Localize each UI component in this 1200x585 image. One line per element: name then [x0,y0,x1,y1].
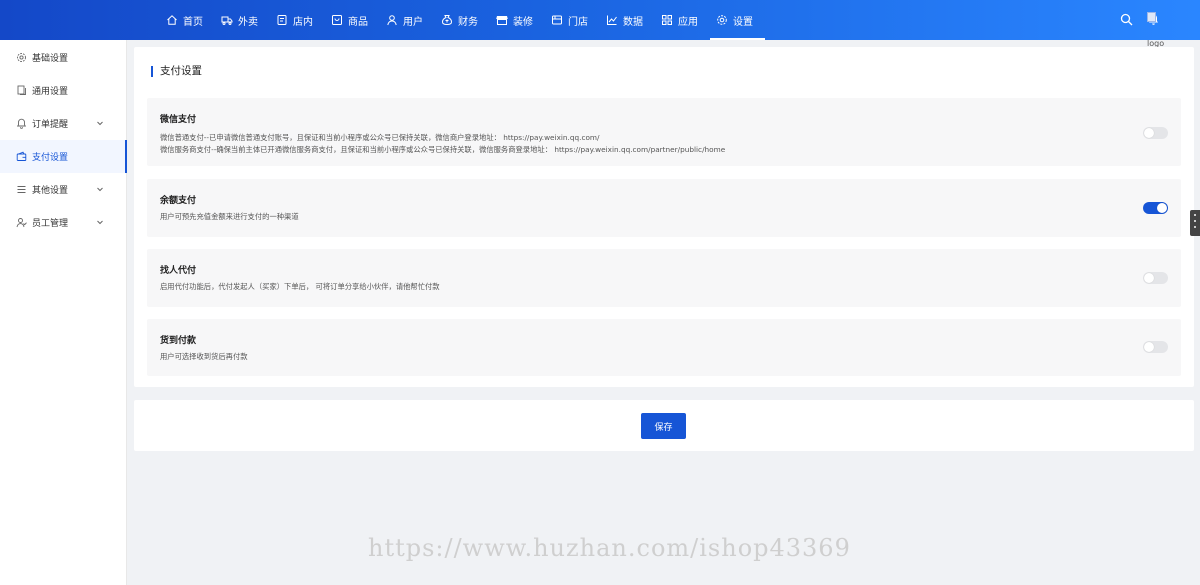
nav-item-home[interactable]: 首页 [160,0,215,40]
settings-icon [16,52,27,63]
nav-item-decor[interactable]: 装修 [490,0,545,40]
toggle-knob [1157,203,1167,213]
product-icon [331,14,343,26]
wallet-icon [16,151,27,162]
nav-item-product[interactable]: 商品 [325,0,380,40]
option-description: 微信服务商支付--确保当前主体已开通微信服务商支付，且保证和当前小程序或公众号已… [160,145,726,154]
toggle-knob [1144,273,1154,283]
broken-image-icon [1147,12,1156,22]
gear-icon [716,14,728,26]
sidebar-item-label: 订单提醒 [32,120,69,130]
chevron-down-icon [97,121,103,126]
apps-icon [661,14,673,26]
sidebar-item-order-alert[interactable]: 订单提醒 [0,107,126,140]
nav-label: 数据 [623,16,643,28]
wechat-pay-toggle[interactable] [1143,127,1168,139]
user-icon [386,14,398,26]
dine-in-icon [276,14,288,26]
sidebar-item-staff[interactable]: 员工管理 [0,206,126,239]
option-description: 用户可选择收到货后再付款 [160,352,248,361]
nav-item-user[interactable]: 用户 [380,0,435,40]
home-icon [166,14,178,26]
nav-label: 首页 [183,16,203,28]
payment-option-wechat: 微信支付 微信普通支付--已申请微信普通支付账号，且保证和当前小程序或公众号已保… [147,98,1181,166]
drawer-handle[interactable] [1190,210,1200,236]
sidebar-item-label: 通用设置 [32,87,69,97]
payment-option-balance: 余额支付 用户可预先充值金额来进行支付的一种渠道 [147,179,1181,237]
nav-item-apps[interactable]: 应用 [655,0,710,40]
list-icon [16,184,27,195]
sidebar: 基础设置 通用设置 订单提醒 支付设置 其他设置 员工管理 [0,40,127,585]
nav-label: 装修 [513,16,533,28]
nav-item-delivery[interactable]: 外卖 [215,0,270,40]
cod-pay-toggle[interactable] [1143,341,1168,353]
nav-label: 店内 [293,16,313,28]
nav-label: 财务 [458,16,478,28]
nav-label: 外卖 [238,16,258,28]
search-icon[interactable] [1120,11,1133,30]
payment-option-cod: 货到付款 用户可选择收到货后再付款 [147,319,1181,376]
payment-settings-panel: 支付设置 微信支付 微信普通支付--已申请微信普通支付账号，且保证和当前小程序或… [134,47,1194,387]
payment-option-proxy: 找人代付 启用代付功能后，代付发起人（买家）下单后， 可将订单分享给小伙伴，请他… [147,249,1181,307]
bell-icon [16,118,27,129]
option-title: 微信支付 [160,115,197,125]
toggle-knob [1144,342,1154,352]
logo[interactable]: logo [1147,12,1187,48]
main-nav: 首页 外卖 店内 商品 用户 财务 装修 门店 数据 应用 设置 [160,0,765,40]
sidebar-item-label: 员工管理 [32,219,69,229]
sidebar-item-label: 支付设置 [32,153,69,163]
option-description: 微信普通支付--已申请微信普通支付账号，且保证和当前小程序或公众号已保持关联，微… [160,133,600,142]
nav-label: 应用 [678,16,698,28]
option-description: 启用代付功能后，代付发起人（买家）下单后， 可将订单分享给小伙伴，请他帮忙付款 [160,282,440,291]
save-button[interactable]: 保存 [641,413,686,439]
nav-item-settings[interactable]: 设置 [710,0,765,40]
nav-label: 设置 [733,16,753,28]
save-bar: 保存 [134,400,1194,451]
finance-icon [441,14,453,26]
store-decor-icon [496,14,508,26]
option-title: 找人代付 [160,266,197,276]
option-title: 余额支付 [160,196,197,206]
store-icon [551,14,563,26]
chart-icon [606,14,618,26]
nav-item-data[interactable]: 数据 [600,0,655,40]
sidebar-item-payment[interactable]: 支付设置 [0,140,127,173]
sidebar-item-label: 基础设置 [32,54,69,64]
staff-icon [16,217,27,228]
nav-label: 用户 [403,16,423,28]
nav-item-store[interactable]: 门店 [545,0,600,40]
nav-item-finance[interactable]: 财务 [435,0,490,40]
chevron-down-icon [97,187,103,192]
sidebar-item-label: 其他设置 [32,186,69,196]
toggle-knob [1144,128,1154,138]
proxy-pay-toggle[interactable] [1143,272,1168,284]
option-description: 用户可预先充值金额来进行支付的一种渠道 [160,212,299,221]
document-icon [16,85,27,96]
chevron-down-icon [97,220,103,225]
sidebar-item-basic[interactable]: 基础设置 [0,41,126,74]
nav-label: 门店 [568,16,588,28]
watermark: https://www.huzhan.com/ishop43369 [368,534,851,562]
nav-item-dine-in[interactable]: 店内 [270,0,325,40]
sidebar-item-general[interactable]: 通用设置 [0,74,126,107]
option-title: 货到付款 [160,336,197,346]
sidebar-item-other[interactable]: 其他设置 [0,173,126,206]
top-navbar: 首页 外卖 店内 商品 用户 财务 装修 门店 数据 应用 设置 [0,0,1200,40]
balance-pay-toggle[interactable] [1143,202,1168,214]
delivery-icon [221,14,233,26]
nav-label: 商品 [348,16,368,28]
page-title: 支付设置 [151,66,202,77]
